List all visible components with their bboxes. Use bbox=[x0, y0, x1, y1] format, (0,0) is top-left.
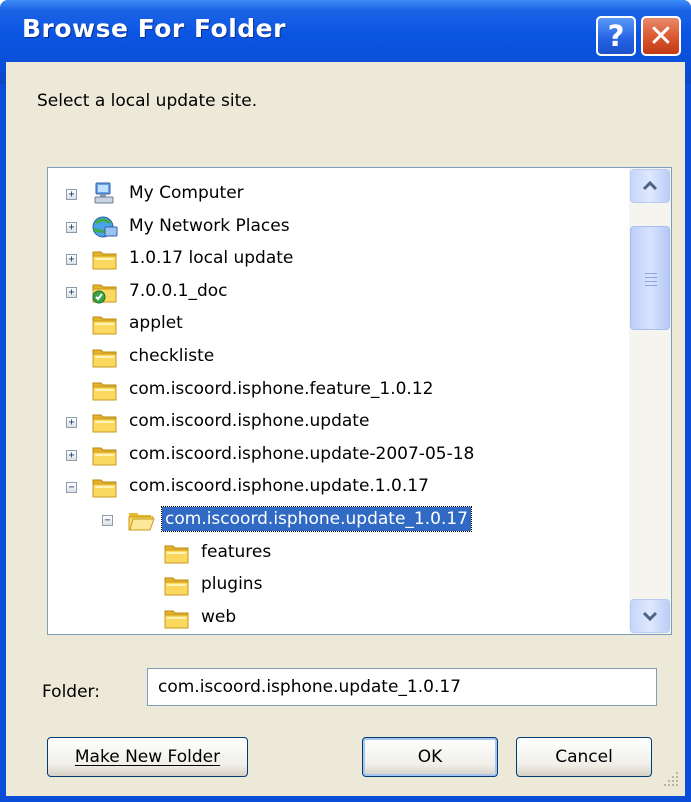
help-icon: ? bbox=[607, 19, 625, 53]
thumb-grip-line bbox=[645, 285, 657, 286]
tree-item-label: web bbox=[201, 607, 237, 627]
tree-item[interactable]: checkliste bbox=[48, 341, 630, 373]
cancel-label: Cancel bbox=[555, 747, 613, 767]
folder-icon bbox=[91, 247, 119, 271]
folder-tree-items: + My Computer + My Network Places +1.0.17 lo… bbox=[48, 168, 630, 634]
expand-icon[interactable]: + bbox=[66, 450, 77, 461]
collapse-icon[interactable]: − bbox=[102, 515, 113, 526]
resize-grip-icon[interactable] bbox=[662, 770, 680, 788]
expand-icon[interactable]: + bbox=[66, 254, 77, 265]
shared-folder-icon bbox=[91, 280, 119, 304]
tree-item[interactable]: features bbox=[48, 537, 630, 569]
close-icon: ✕ bbox=[648, 18, 674, 54]
thumb-grip-line bbox=[645, 273, 657, 274]
cancel-button[interactable]: Cancel bbox=[516, 737, 652, 777]
tree-item-label: com.iscoord.isphone.update-2007-05-18 bbox=[129, 444, 475, 464]
expand-icon[interactable]: + bbox=[66, 222, 77, 233]
tree-item-label: 7.0.0.1_doc bbox=[129, 281, 228, 301]
tree-item-label: checkliste bbox=[129, 346, 215, 366]
chevron-down-icon bbox=[642, 611, 658, 621]
tree-item[interactable]: + com.iscoord.isphone.update-2007-05-18 bbox=[48, 439, 630, 471]
collapse-icon[interactable]: − bbox=[66, 482, 77, 493]
tree-item-label: plugins bbox=[201, 574, 263, 594]
folder-icon bbox=[91, 475, 119, 499]
make-new-folder-button[interactable]: Make New Folder bbox=[47, 737, 248, 777]
expand-icon[interactable]: + bbox=[66, 189, 77, 200]
browse-for-folder-window: Browse For Folder ? ✕ Select a local upd… bbox=[0, 0, 691, 802]
network-places-icon bbox=[91, 215, 119, 239]
folder-label: Folder: bbox=[42, 682, 100, 702]
folder-icon bbox=[91, 410, 119, 434]
open-folder-icon bbox=[127, 508, 155, 532]
folder-icon bbox=[91, 443, 119, 467]
tree-item[interactable]: + My Computer bbox=[48, 178, 630, 210]
folder-icon bbox=[91, 312, 119, 336]
tree-item[interactable]: plugins bbox=[48, 569, 630, 601]
tree-item-label: My Network Places bbox=[129, 216, 290, 236]
tree-item-label: features bbox=[201, 542, 272, 562]
scroll-up-button[interactable] bbox=[630, 169, 670, 203]
tree-item-label: com.iscoord.isphone.feature_1.0.12 bbox=[129, 379, 434, 399]
scroll-thumb[interactable] bbox=[630, 226, 670, 330]
tree-item-label: com.iscoord.isphone.update bbox=[129, 411, 370, 431]
expand-icon[interactable]: + bbox=[66, 417, 77, 428]
folder-icon bbox=[163, 541, 191, 565]
tree-item[interactable]: web bbox=[48, 602, 630, 634]
tree-item-label: com.iscoord.isphone.update_1.0.17 bbox=[161, 506, 472, 532]
tree-item[interactable]: com.iscoord.isphone.feature_1.0.12 bbox=[48, 374, 630, 406]
tree-item-label: 1.0.17 local update bbox=[129, 248, 294, 268]
dialog-prompt: Select a local update site. bbox=[37, 91, 258, 111]
tree-item[interactable]: +1.0.17 local update bbox=[48, 243, 630, 275]
make-new-folder-label: Make New Folder bbox=[74, 747, 221, 767]
tree-item[interactable]: − com.iscoord.isphone.update_1.0.17 bbox=[48, 504, 630, 536]
vertical-scrollbar[interactable] bbox=[629, 168, 671, 634]
folder-icon bbox=[91, 378, 119, 402]
expand-icon[interactable]: + bbox=[66, 287, 77, 298]
scroll-down-button[interactable] bbox=[630, 599, 670, 633]
close-button[interactable]: ✕ bbox=[641, 16, 681, 56]
ok-button[interactable]: OK bbox=[362, 737, 498, 777]
thumb-grip-line bbox=[645, 277, 657, 278]
tree-item[interactable]: applet bbox=[48, 308, 630, 340]
tree-item[interactable]: + My Network Places bbox=[48, 211, 630, 243]
my-computer-icon bbox=[91, 182, 119, 206]
folder-path-input[interactable] bbox=[147, 668, 657, 706]
help-button[interactable]: ? bbox=[596, 16, 636, 56]
tree-item-label: applet bbox=[129, 313, 183, 333]
folder-icon bbox=[91, 345, 119, 369]
folder-icon bbox=[163, 606, 191, 630]
window-title: Browse For Folder bbox=[22, 14, 286, 43]
folder-icon bbox=[163, 573, 191, 597]
tree-item-label: com.iscoord.isphone.update.1.0.17 bbox=[129, 476, 429, 496]
folder-tree[interactable]: + My Computer + My Network Places +1.0.17 lo… bbox=[47, 167, 672, 635]
chevron-up-icon bbox=[642, 181, 658, 191]
thumb-grip-line bbox=[645, 281, 657, 282]
tree-item[interactable]: +7.0.0.1_doc bbox=[48, 276, 630, 308]
tree-item[interactable]: − com.iscoord.isphone.update.1.0.17 bbox=[48, 471, 630, 503]
tree-item-label: My Computer bbox=[129, 183, 244, 203]
tree-item[interactable]: + com.iscoord.isphone.update bbox=[48, 406, 630, 438]
ok-label: OK bbox=[417, 747, 443, 767]
